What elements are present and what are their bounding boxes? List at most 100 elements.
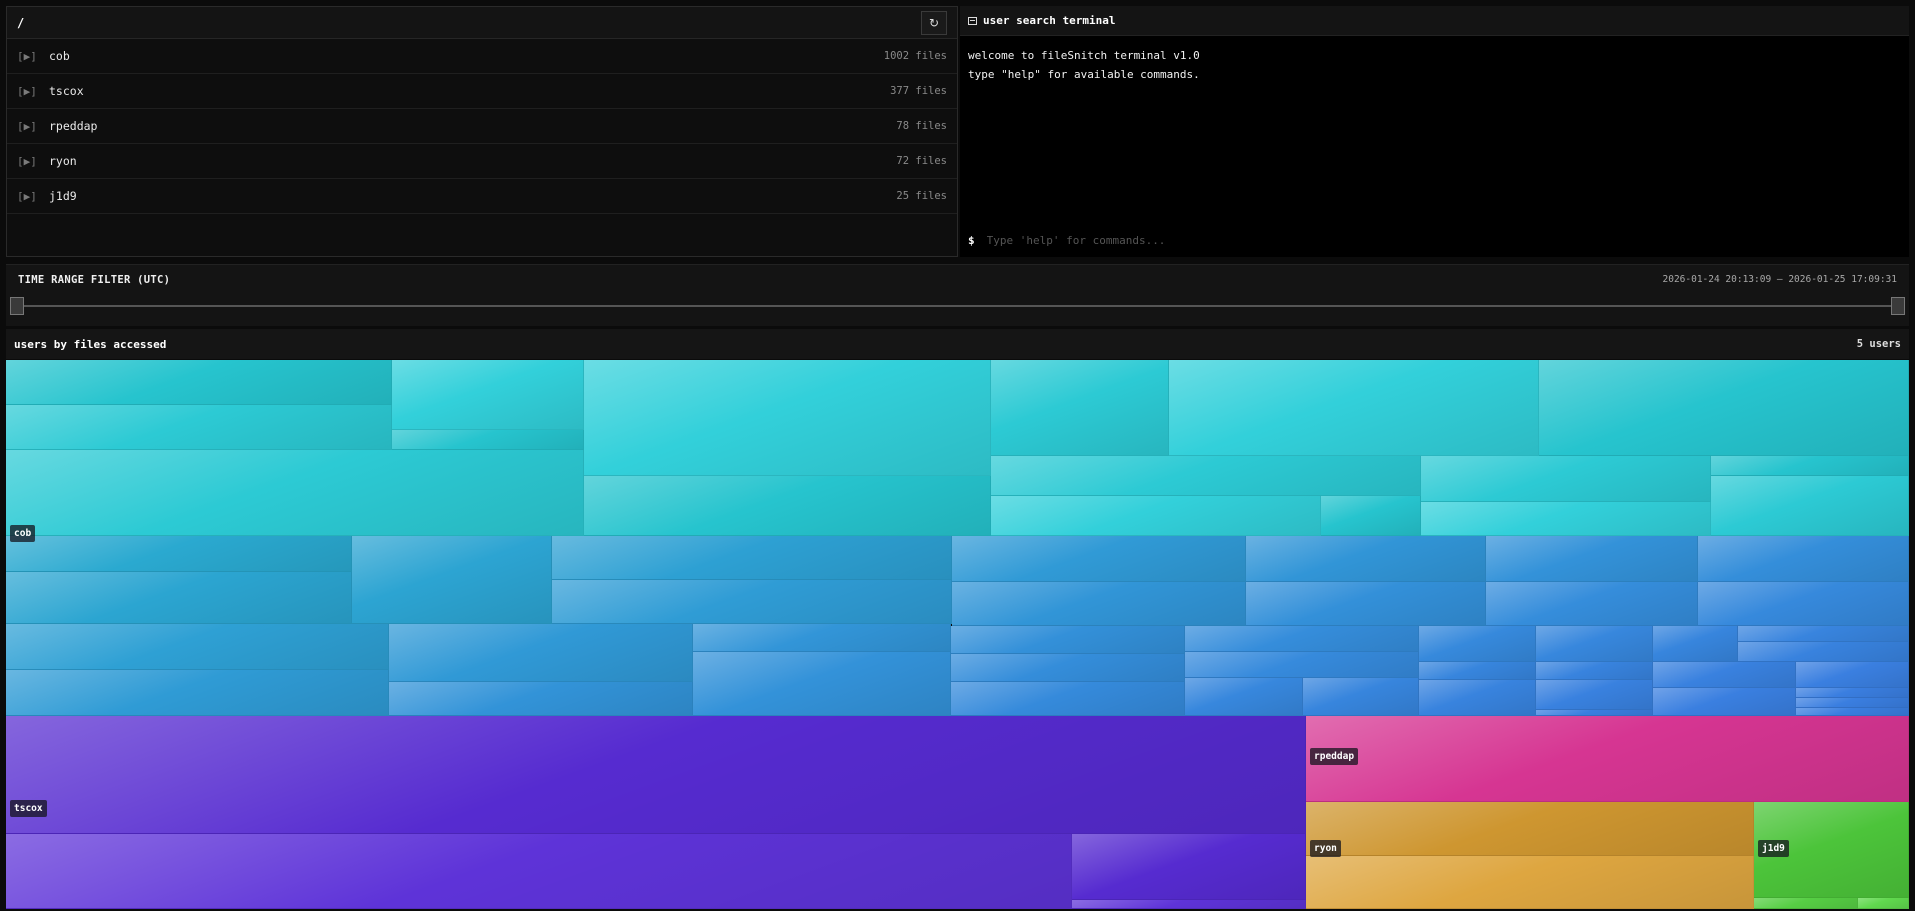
treemap-cell-cob[interactable]: [552, 580, 952, 624]
treemap-cell-cob[interactable]: [552, 536, 952, 580]
expand-toggle-icon[interactable]: [▶]: [17, 120, 49, 133]
treemap-cell-cob[interactable]: [1738, 626, 1909, 642]
expand-toggle-icon[interactable]: [▶]: [17, 85, 49, 98]
current-path: /: [17, 15, 25, 30]
treemap-cell-cob[interactable]: [6, 536, 352, 572]
tree-item-count: 377 files: [890, 85, 947, 97]
treemap-cell-cob[interactable]: [1246, 536, 1486, 582]
refresh-icon: ↻: [928, 15, 940, 30]
time-range-readout: 2026-01-24 20:13:09 – 2026-01-25 17:09:3…: [1662, 274, 1898, 285]
treemap-cell-rpeddap[interactable]: [1306, 716, 1909, 802]
terminal-title: user search terminal: [983, 14, 1116, 27]
tree-row-j1d9[interactable]: [▶] j1d9 25 files: [7, 179, 957, 214]
treemap-cell-cob[interactable]: [1303, 678, 1419, 716]
time-slider-track[interactable]: [16, 305, 1899, 307]
treemap-cell-cob[interactable]: [991, 360, 1169, 456]
treemap-cell-cob[interactable]: [1539, 360, 1909, 456]
tree-item-name: rpeddap: [49, 119, 98, 133]
treemap-cell-cob[interactable]: [1246, 582, 1486, 626]
treemap-cell-cob[interactable]: [1536, 626, 1653, 662]
refresh-button[interactable]: ↻: [921, 10, 947, 35]
treemap-cell-cob[interactable]: [1185, 626, 1419, 652]
treemap-cell-cob[interactable]: [951, 654, 1185, 682]
treemap-label-ryon: ryon: [1310, 840, 1341, 857]
treemap-cell-cob[interactable]: [1711, 456, 1909, 476]
treemap-cell-cob[interactable]: [1486, 536, 1698, 582]
treemap-cell-cob[interactable]: [389, 682, 693, 716]
treemap-cell-cob[interactable]: [951, 626, 1185, 654]
treemap-cell-cob[interactable]: [1185, 678, 1303, 716]
treemap-cell-cob[interactable]: [6, 405, 392, 450]
treemap-cell-cob[interactable]: [1419, 662, 1536, 680]
treemap-cell-tscox[interactable]: [1072, 900, 1306, 909]
treemap-cell-ryon[interactable]: [1306, 856, 1754, 909]
treemap-cell-cob[interactable]: [6, 572, 352, 624]
treemap-label-tscox: tscox: [10, 800, 47, 817]
time-slider-start-handle[interactable]: [10, 297, 24, 315]
treemap-cell-cob[interactable]: [1796, 662, 1909, 688]
treemap-cell-tscox[interactable]: [6, 834, 1072, 909]
treemap-cell-cob[interactable]: [1536, 680, 1653, 710]
tree-row-ryon[interactable]: [▶] ryon 72 files: [7, 144, 957, 179]
treemap-cell-cob[interactable]: [6, 670, 389, 716]
treemap-cell-cob[interactable]: [952, 582, 1246, 626]
treemap-cell-cob[interactable]: [1321, 496, 1421, 536]
treemap-cell-cob[interactable]: [991, 456, 1421, 496]
treemap-cell-cob[interactable]: [1486, 582, 1698, 626]
time-slider-end-handle[interactable]: [1891, 297, 1905, 315]
treemap-cell-tscox[interactable]: [6, 716, 1306, 834]
treemap-cell-cob[interactable]: [1536, 662, 1653, 680]
treemap-cell-cob[interactable]: [392, 360, 584, 430]
treemap-cell-cob[interactable]: [1419, 626, 1536, 662]
tree-item-count: 72 files: [896, 155, 947, 167]
treemap-cell-cob[interactable]: [1796, 698, 1909, 708]
treemap-cell-cob[interactable]: [1738, 642, 1909, 662]
treemap-cell-cob[interactable]: [1711, 476, 1909, 536]
treemap-cell-cob[interactable]: [1421, 502, 1711, 536]
treemap-cell-cob[interactable]: [584, 360, 991, 476]
tree-row-tscox[interactable]: [▶] tscox 377 files: [7, 74, 957, 109]
treemap-cell-cob[interactable]: [1653, 662, 1796, 688]
terminal-input[interactable]: [986, 234, 1901, 247]
prompt-symbol: $: [968, 234, 975, 247]
treemap-cell-cob[interactable]: [1796, 708, 1909, 716]
file-tree-list: [▶] cob 1002 files [▶] tscox 377 files […: [7, 39, 957, 214]
treemap-cell-cob[interactable]: [1796, 688, 1909, 698]
treemap-cell-cob[interactable]: [991, 496, 1321, 536]
treemap[interactable]: cob tscox rpeddap ryon j1d9: [6, 360, 1909, 909]
treemap-cell-cob[interactable]: [1169, 360, 1539, 456]
terminal-header: user search terminal: [960, 6, 1909, 36]
treemap-cell-j1d9[interactable]: [1754, 898, 1858, 909]
treemap-cell-cob[interactable]: [6, 450, 584, 536]
treemap-cell-cob[interactable]: [389, 624, 693, 682]
treemap-cell-cob[interactable]: [693, 624, 951, 652]
treemap-cell-cob[interactable]: [352, 536, 552, 624]
treemap-cell-cob[interactable]: [693, 652, 951, 716]
treemap-cell-cob[interactable]: [6, 360, 392, 405]
treemap-cell-cob[interactable]: [1185, 652, 1419, 678]
terminal-icon: [968, 16, 977, 25]
treemap-cell-cob[interactable]: [6, 624, 389, 670]
treemap-cell-cob[interactable]: [392, 430, 584, 450]
treemap-cell-cob[interactable]: [1653, 626, 1738, 662]
expand-toggle-icon[interactable]: [▶]: [17, 155, 49, 168]
treemap-cell-tscox[interactable]: [1072, 834, 1306, 900]
tree-item-name: tscox: [49, 84, 84, 98]
tree-item-name: cob: [49, 49, 70, 63]
treemap-cell-ryon[interactable]: [1306, 802, 1754, 856]
tree-row-cob[interactable]: [▶] cob 1002 files: [7, 39, 957, 74]
treemap-cell-cob[interactable]: [1653, 688, 1796, 716]
tree-row-rpeddap[interactable]: [▶] rpeddap 78 files: [7, 109, 957, 144]
treemap-cell-j1d9[interactable]: [1858, 898, 1909, 909]
tree-item-count: 1002 files: [883, 50, 947, 62]
treemap-cell-cob[interactable]: [1421, 456, 1711, 502]
expand-toggle-icon[interactable]: [▶]: [17, 190, 49, 203]
treemap-cell-cob[interactable]: [584, 476, 991, 536]
treemap-cell-cob[interactable]: [951, 682, 1185, 716]
treemap-cell-cob[interactable]: [1698, 536, 1909, 582]
expand-toggle-icon[interactable]: [▶]: [17, 50, 49, 63]
treemap-cell-cob[interactable]: [1419, 680, 1536, 716]
treemap-label-cob: cob: [10, 525, 36, 542]
treemap-cell-cob[interactable]: [952, 536, 1246, 582]
treemap-cell-cob[interactable]: [1698, 582, 1909, 626]
